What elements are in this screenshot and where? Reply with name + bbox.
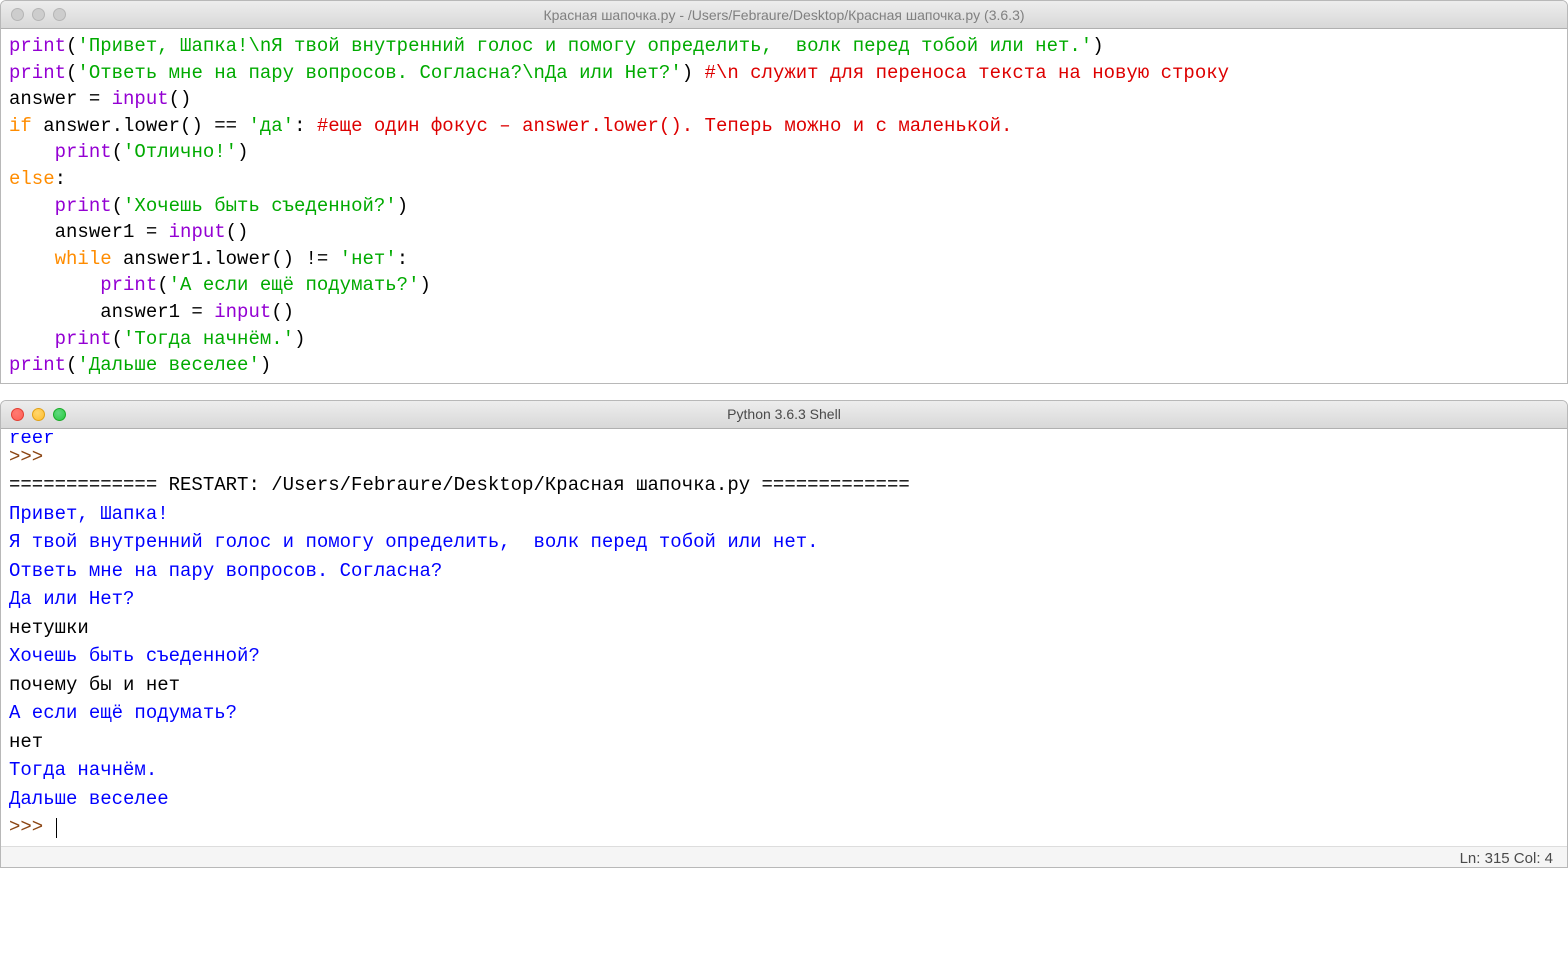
code-token: answer.lower() ==	[32, 115, 249, 137]
code-token: print	[100, 274, 157, 296]
code-string: 'Ответь мне на пару вопросов. Согласна?\…	[77, 62, 681, 84]
code-token: ()	[226, 221, 249, 243]
maximize-icon[interactable]	[53, 8, 66, 21]
code-token: answer =	[9, 88, 112, 110]
code-token: :	[397, 248, 408, 270]
shell-window: Python 3.6.3 Shell reer >>> =============…	[0, 400, 1568, 868]
code-token: print	[55, 141, 112, 163]
code-token: answer1 =	[100, 301, 214, 323]
cursor-icon	[56, 818, 57, 838]
code-token: input	[169, 221, 226, 243]
code-token: ()	[271, 301, 294, 323]
code-string: 'Привет, Шапка!\nЯ твой внутренний голос…	[77, 35, 1092, 57]
shell-titlebar[interactable]: Python 3.6.3 Shell	[1, 401, 1567, 429]
editor-title: Красная шапочка.py - /Users/Febraure/Des…	[543, 7, 1024, 23]
close-icon[interactable]	[11, 8, 24, 21]
minimize-icon[interactable]	[32, 408, 45, 421]
code-comment: #\n служит для переноса текста на новую …	[705, 62, 1230, 84]
code-string: 'А если ещё подумать?'	[169, 274, 420, 296]
editor-window: Красная шапочка.py - /Users/Febraure/Des…	[0, 0, 1568, 384]
user-input: нет	[9, 731, 43, 753]
shell-title: Python 3.6.3 Shell	[727, 406, 841, 422]
user-input: почему бы и нет	[9, 674, 180, 696]
code-token: print	[55, 195, 112, 217]
code-string: 'Дальше веселее'	[77, 354, 259, 376]
program-output: А если ещё подумать?	[9, 702, 237, 724]
close-icon[interactable]	[11, 408, 24, 421]
code-token: print	[9, 35, 66, 57]
editor-titlebar[interactable]: Красная шапочка.py - /Users/Febraure/Des…	[1, 1, 1567, 29]
code-string: 'да'	[248, 115, 294, 137]
code-token: :	[294, 115, 317, 137]
code-token: input	[214, 301, 271, 323]
code-token: print	[9, 62, 66, 84]
code-string: 'Отлично!'	[123, 141, 237, 163]
program-output: Дальше веселее	[9, 788, 169, 810]
program-output: Ответь мне на пару вопросов. Согласна?	[9, 560, 442, 582]
code-string: 'нет'	[340, 248, 397, 270]
code-token: input	[112, 88, 169, 110]
code-keyword: else	[9, 168, 55, 190]
traffic-lights	[11, 408, 66, 421]
code-token: ()	[169, 88, 192, 110]
code-editor[interactable]: print('Привет, Шапка!\nЯ твой внутренний…	[1, 29, 1567, 383]
shell-output[interactable]: reer >>> ============= RESTART: /Users/Fe…	[1, 429, 1567, 846]
code-keyword: while	[55, 248, 112, 270]
code-string: 'Тогда начнём.'	[123, 328, 294, 350]
traffic-lights	[11, 8, 66, 21]
maximize-icon[interactable]	[53, 408, 66, 421]
code-comment: #еще один фокус – answer.lower(). Теперь…	[317, 115, 1013, 137]
shell-prompt: >>>	[9, 446, 55, 468]
code-string: 'Хочешь быть съеденной?'	[123, 195, 397, 217]
code-token: answer1.lower() !=	[112, 248, 340, 270]
user-input: нетушки	[9, 617, 89, 639]
program-output: Я твой внутренний голос и помогу определ…	[9, 531, 819, 553]
minimize-icon[interactable]	[32, 8, 45, 21]
program-output: Да или Нет?	[9, 588, 134, 610]
code-token: :	[55, 168, 66, 190]
status-bar: Ln: 315 Col: 4	[1, 846, 1567, 867]
shell-prompt: >>>	[9, 816, 55, 838]
code-token: print	[9, 354, 66, 376]
code-keyword: if	[9, 115, 32, 137]
code-token: answer1 =	[55, 221, 169, 243]
program-output: Хочешь быть съеденной?	[9, 645, 260, 667]
program-output: Тогда начнём.	[9, 759, 157, 781]
truncated-line: reer	[9, 433, 1559, 443]
restart-line: ============= RESTART: /Users/Febraure/D…	[9, 474, 910, 496]
code-token: print	[55, 328, 112, 350]
program-output: Привет, Шапка!	[9, 503, 169, 525]
